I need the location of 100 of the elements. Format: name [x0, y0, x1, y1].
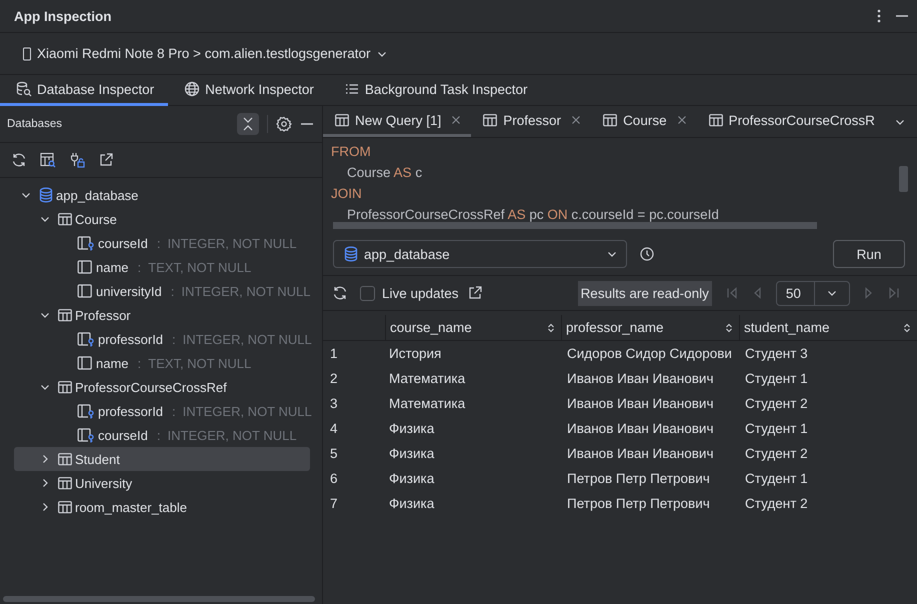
type-separator: : [156, 428, 160, 442]
table-cell-text: Студент 1 [744, 420, 809, 438]
plug-lock-icon[interactable] [69, 152, 85, 168]
tree-item[interactable]: Professor [14, 303, 310, 327]
table-cell-text: История [388, 345, 442, 363]
database-select[interactable]: app_database [333, 240, 627, 268]
column-header[interactable]: course_name [385, 315, 561, 341]
column-header[interactable]: professor_name [561, 315, 739, 341]
tree-item[interactable]: name : TEXT, NOT NULL [14, 351, 310, 375]
database-icon [344, 246, 358, 262]
tree-item[interactable]: courseId : INTEGER, NOT NULL [14, 231, 310, 255]
table-cell-text: Петров Петр Петрович [566, 470, 711, 488]
database-name: app_database [56, 188, 138, 202]
column-icon [77, 355, 93, 371]
table-name: University [75, 476, 132, 490]
tree-item[interactable]: ProfessorCourseCrossRef [14, 375, 310, 399]
column-name: universityId [96, 284, 162, 298]
key-column-icon [77, 331, 95, 347]
database-icon [39, 187, 53, 203]
column-type: TEXT, NOT NULL [148, 356, 252, 370]
table-cell-text: Студент 1 [744, 470, 809, 488]
collapse-all-button[interactable] [237, 113, 259, 135]
settings-icon[interactable] [276, 116, 292, 132]
code-line: FROM [331, 143, 371, 161]
table-cell-text: Иванов Иван Иванович [566, 445, 714, 463]
sort-icon [725, 322, 733, 334]
sort-icon [547, 322, 555, 334]
row-number: 6 [329, 470, 339, 488]
column-name: courseId [98, 236, 148, 250]
column-name: professorId [98, 332, 164, 346]
type-separator: : [170, 284, 174, 298]
tree-item[interactable]: professorId : INTEGER, NOT NULL [14, 399, 314, 423]
page-size-select[interactable]: 50 [776, 280, 850, 306]
read-only-notice: Results are read-only [578, 280, 712, 306]
close-icon[interactable] [571, 115, 582, 125]
inspector-tab[interactable]: Network Inspector [168, 75, 328, 106]
scrollbar[interactable] [333, 222, 817, 229]
table-cell-text: Сидоров Сидор Сидорови [566, 345, 733, 363]
column-type: INTEGER, NOT NULL [182, 404, 312, 418]
table-icon [58, 452, 72, 466]
row-number: 7 [329, 495, 339, 513]
column-name: name [96, 260, 129, 274]
table-name: Student [75, 452, 120, 466]
sort-icon [903, 322, 911, 334]
column-header[interactable]: student_name [739, 315, 917, 341]
open-external-icon[interactable] [466, 285, 483, 301]
refresh-icon[interactable] [11, 152, 27, 168]
scrollbar[interactable] [899, 166, 908, 192]
key-column-icon [77, 427, 95, 443]
table-icon [58, 500, 72, 514]
query-tab[interactable]: ProfessorCourseCrossR [696, 106, 885, 137]
close-icon[interactable] [676, 115, 687, 125]
table-icon [483, 113, 498, 127]
tree-item[interactable]: room_master_table [14, 495, 310, 519]
tree-item[interactable]: Course [14, 207, 310, 231]
more-options-icon[interactable] [877, 9, 881, 23]
type-separator: : [138, 356, 142, 370]
device-selector[interactable]: Xiaomi Redmi Note 8 Pro > com.alien.testlogsgenerator [20, 44, 390, 63]
table-cell-text: Студент 1 [744, 370, 809, 388]
tree-item[interactable]: app_database [14, 183, 310, 207]
row-number: 3 [329, 395, 339, 413]
table-cell-text: Петров Петр Петрович [566, 495, 711, 513]
inspector-tab[interactable]: Database Inspector [0, 75, 168, 106]
close-icon[interactable] [451, 115, 462, 125]
refresh-icon[interactable] [332, 285, 348, 301]
tree-item[interactable]: University [14, 471, 310, 495]
column-type: INTEGER, NOT NULL [182, 332, 312, 346]
phone-icon [22, 46, 32, 60]
table-icon [58, 308, 72, 322]
query-tab[interactable]: Course [591, 106, 697, 137]
column-type: INTEGER, NOT NULL [168, 428, 297, 442]
type-separator: : [172, 404, 176, 418]
globe-icon [184, 81, 200, 97]
tree-item[interactable]: universityId : INTEGER, NOT NULL [14, 279, 312, 303]
live-updates-checkbox[interactable]: Live updates [360, 286, 459, 300]
table-cell-text: Физика [388, 470, 436, 488]
tree-item[interactable]: courseId : INTEGER, NOT NULL [14, 423, 310, 447]
query-tab[interactable]: Professor [471, 106, 592, 137]
run-button[interactable]: Run [833, 240, 905, 268]
table-search-icon[interactable] [40, 152, 56, 168]
history-icon[interactable] [639, 246, 655, 262]
query-tab[interactable]: New Query [1] [323, 106, 472, 137]
tree-item[interactable]: professorId : INTEGER, NOT NULL [14, 327, 314, 351]
table-icon [58, 212, 72, 226]
table-cell-text: Физика [388, 445, 436, 463]
database-search-icon [16, 81, 32, 97]
column-name: courseId [98, 428, 148, 442]
table-cell-text: Студент 2 [744, 445, 809, 463]
table-name: ProfessorCourseCrossRef [75, 380, 227, 394]
table-cell-text: Студент 3 [744, 345, 809, 363]
row-number: 4 [329, 420, 339, 438]
tree-item[interactable]: name : TEXT, NOT NULL [14, 255, 310, 279]
scrollbar[interactable] [3, 596, 315, 602]
column-type: TEXT, NOT NULL [148, 260, 252, 274]
table-cell-text: Физика [388, 495, 436, 513]
row-number: 2 [329, 370, 339, 388]
inspector-tab[interactable]: Background Task Inspector [328, 75, 542, 106]
table-name: Professor [75, 308, 131, 322]
tree-item[interactable]: Student [14, 447, 310, 471]
export-icon[interactable] [98, 152, 114, 168]
